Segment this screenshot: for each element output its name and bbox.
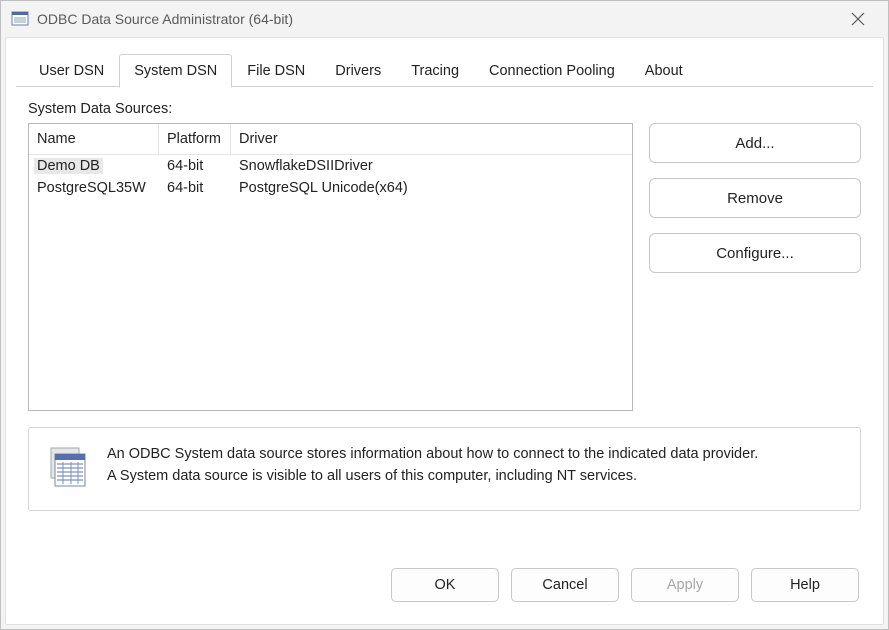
column-header-name[interactable]: Name (29, 124, 159, 154)
app-icon (11, 10, 29, 28)
configure-button[interactable]: Configure... (649, 233, 861, 273)
tab-system-dsn[interactable]: System DSN (119, 54, 232, 88)
remove-button[interactable]: Remove (649, 178, 861, 218)
cell-platform: 64-bit (159, 177, 231, 199)
info-line-2: A System data source is visible to all u… (107, 466, 758, 488)
help-button[interactable]: Help (751, 568, 859, 602)
titlebar: ODBC Data Source Administrator (64-bit) (1, 1, 888, 37)
close-button[interactable] (838, 4, 878, 34)
datasource-icon (47, 446, 87, 488)
cell-name: PostgreSQL35W (29, 177, 159, 199)
tab-file-dsn[interactable]: File DSN (232, 54, 320, 87)
info-line-1: An ODBC System data source stores inform… (107, 444, 758, 466)
data-sources-label: System Data Sources: (28, 101, 861, 117)
info-text: An ODBC System data source stores inform… (107, 444, 758, 488)
data-sources-row: Name Platform Driver Demo DB 64-bit Snow… (28, 123, 861, 411)
cell-driver: SnowflakeDSIIDriver (231, 155, 632, 177)
apply-button[interactable]: Apply (631, 568, 739, 602)
tab-tracing[interactable]: Tracing (396, 54, 474, 87)
add-button[interactable]: Add... (649, 123, 861, 163)
ok-button[interactable]: OK (391, 568, 499, 602)
side-button-group: Add... Remove Configure... (649, 123, 861, 411)
window-title: ODBC Data Source Administrator (64-bit) (37, 11, 838, 27)
column-header-driver[interactable]: Driver (231, 124, 632, 154)
tab-user-dsn[interactable]: User DSN (24, 54, 119, 87)
window-frame: ODBC Data Source Administrator (64-bit) … (0, 0, 889, 630)
cell-platform: 64-bit (159, 155, 231, 177)
tab-bar: User DSN System DSN File DSN Drivers Tra… (16, 54, 873, 87)
cell-driver: PostgreSQL Unicode(x64) (231, 177, 632, 199)
tab-content: System Data Sources: Name Platform Drive… (16, 87, 873, 556)
info-panel: An ODBC System data source stores inform… (28, 427, 861, 511)
tab-connection-pooling[interactable]: Connection Pooling (474, 54, 630, 87)
data-sources-list[interactable]: Name Platform Driver Demo DB 64-bit Snow… (28, 123, 633, 411)
table-row[interactable]: PostgreSQL35W 64-bit PostgreSQL Unicode(… (29, 177, 632, 199)
footer-button-group: OK Cancel Apply Help (16, 556, 873, 614)
cancel-button[interactable]: Cancel (511, 568, 619, 602)
list-header: Name Platform Driver (29, 124, 632, 155)
cell-name: Demo DB (34, 158, 103, 174)
tab-about[interactable]: About (630, 54, 698, 87)
table-row[interactable]: Demo DB 64-bit SnowflakeDSIIDriver (29, 155, 632, 177)
column-header-platform[interactable]: Platform (159, 124, 231, 154)
tab-drivers[interactable]: Drivers (320, 54, 396, 87)
list-body: Demo DB 64-bit SnowflakeDSIIDriver Postg… (29, 155, 632, 199)
dialog-body: User DSN System DSN File DSN Drivers Tra… (5, 37, 884, 625)
close-icon (851, 12, 865, 26)
